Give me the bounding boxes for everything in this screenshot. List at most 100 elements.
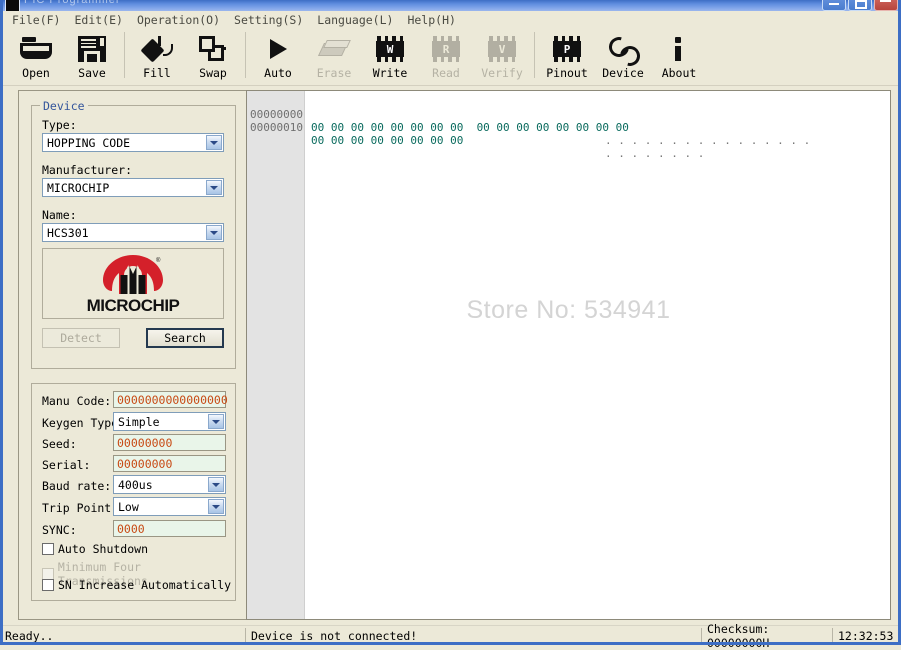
- toolbar-write-button[interactable]: W Write: [362, 28, 418, 84]
- window-title: PIC Programmer: [24, 0, 121, 6]
- hex-row[interactable]: 00000010 00 00 00 00 00 00 00 00 . . . .…: [247, 108, 890, 121]
- chip-write-letter: W: [376, 41, 404, 57]
- chip-verify-letter: V: [488, 41, 516, 57]
- search-button[interactable]: Search: [146, 328, 224, 348]
- hex-row-bytes[interactable]: 00 00 00 00 00 00 00 00: [311, 134, 463, 147]
- menu-language[interactable]: Language(L): [310, 12, 400, 28]
- chip-verify-icon: V: [485, 32, 519, 66]
- chevron-down-icon[interactable]: [208, 499, 224, 514]
- manu-code-label: Manu Code:: [42, 394, 111, 408]
- toolbar-open-label: Open: [22, 67, 50, 79]
- minimize-button[interactable]: [822, 0, 846, 11]
- menu-operation[interactable]: Operation(O): [130, 12, 227, 28]
- checkbox-box: [42, 543, 54, 555]
- toolbar-read-button[interactable]: R Read: [418, 28, 474, 84]
- sn-increase-automatically-checkbox[interactable]: SN Increase Automatically: [42, 578, 231, 592]
- hex-row-bytes[interactable]: 00 00 00 00 00 00 00 00 00 00 00 00 00 0…: [311, 121, 629, 134]
- hex-row-ascii: . . . . . . . . . . . . . . . .: [605, 134, 810, 147]
- hex-row[interactable]: 00000000 00 00 00 00 00 00 00 00 00 00 0…: [247, 95, 890, 108]
- close-button[interactable]: [874, 0, 898, 11]
- device-manufacturer-select[interactable]: MICROCHIP: [42, 178, 224, 197]
- chevron-down-icon[interactable]: [206, 225, 222, 240]
- trip-point-label: Trip Point:: [42, 501, 118, 515]
- maximize-button[interactable]: [848, 0, 872, 11]
- serial-label: Serial:: [42, 458, 90, 472]
- seed-input[interactable]: 00000000: [113, 434, 226, 451]
- chevron-down-icon[interactable]: [206, 135, 222, 150]
- toolbar: Open Save Fill Swap Auto: [0, 28, 901, 86]
- device-name-value: HCS301: [43, 226, 89, 240]
- toolbar-verify-button[interactable]: V Verify: [474, 28, 530, 84]
- sync-input[interactable]: 0000: [113, 520, 226, 537]
- auto-shutdown-label: Auto Shutdown: [58, 542, 148, 556]
- toolbar-read-label: Read: [432, 67, 460, 79]
- menu-bar: File(F) Edit(E) Operation(O) Setting(S) …: [0, 11, 901, 28]
- window-controls: [822, 0, 898, 11]
- toolbar-swap-button[interactable]: Swap: [185, 28, 241, 84]
- sync-label: SYNC:: [42, 523, 77, 537]
- svg-text:®: ®: [156, 257, 161, 264]
- device-name-select[interactable]: HCS301: [42, 223, 224, 242]
- baud-rate-select[interactable]: 400us: [113, 475, 226, 494]
- chip-pinout-letter: P: [553, 41, 581, 57]
- toolbar-separator-1: [124, 32, 125, 78]
- toolbar-erase-button[interactable]: Erase: [306, 28, 362, 84]
- manufacturer-logo: ® MICROCHIP: [42, 248, 224, 319]
- device-type-label: Type:: [42, 118, 77, 132]
- auto-shutdown-checkbox[interactable]: Auto Shutdown: [42, 542, 148, 556]
- chain-link-icon: [608, 32, 638, 66]
- serial-input[interactable]: 00000000: [113, 455, 226, 472]
- toolbar-fill-button[interactable]: Fill: [129, 28, 185, 84]
- toolbar-separator-3: [534, 32, 535, 78]
- checkbox-box: [42, 579, 54, 591]
- info-icon: [671, 32, 687, 66]
- toolbar-save-label: Save: [78, 67, 106, 79]
- device-manufacturer-value: MICROCHIP: [43, 181, 109, 195]
- store-watermark: Store No: 534941: [247, 296, 890, 325]
- manu-code-input[interactable]: 0000000000000000: [113, 391, 226, 408]
- toolbar-fill-label: Fill: [143, 67, 171, 79]
- toolbar-pinout-label: Pinout: [546, 67, 588, 79]
- baud-rate-value: 400us: [114, 478, 153, 492]
- toolbar-auto-button[interactable]: Auto: [250, 28, 306, 84]
- toolbar-device-button[interactable]: Device: [595, 28, 651, 84]
- chip-read-icon: R: [429, 32, 463, 66]
- chevron-down-icon[interactable]: [208, 414, 224, 429]
- open-folder-icon: [20, 32, 52, 66]
- device-type-value: HOPPING CODE: [43, 136, 130, 150]
- menu-edit[interactable]: Edit(E): [67, 12, 129, 28]
- toolbar-write-label: Write: [373, 67, 408, 79]
- hex-rows: 00000000 00 00 00 00 00 00 00 00 00 00 0…: [247, 95, 890, 121]
- hex-editor-panel[interactable]: 00000000 00 00 00 00 00 00 00 00 00 00 0…: [246, 90, 891, 620]
- microchip-logo-mark: ®: [101, 253, 165, 297]
- parameters-group-box: Manu Code: 0000000000000000 Keygen Type:…: [31, 383, 236, 601]
- toolbar-device-label: Device: [602, 67, 644, 79]
- chevron-down-icon[interactable]: [208, 477, 224, 492]
- toolbar-save-button[interactable]: Save: [64, 28, 120, 84]
- save-diskette-icon: [78, 32, 106, 66]
- toolbar-open-button[interactable]: Open: [8, 28, 64, 84]
- trip-point-select[interactable]: Low: [113, 497, 226, 516]
- menu-setting[interactable]: Setting(S): [227, 12, 310, 28]
- sn-increase-automatically-label: SN Increase Automatically: [58, 578, 231, 592]
- toolbar-about-label: About: [662, 67, 697, 79]
- seed-label: Seed:: [42, 437, 77, 451]
- swap-blocks-icon: [199, 32, 227, 66]
- window-border-left: [0, 0, 3, 645]
- toolbar-pinout-button[interactable]: P Pinout: [539, 28, 595, 84]
- menu-help[interactable]: Help(H): [400, 12, 462, 28]
- device-type-select[interactable]: HOPPING CODE: [42, 133, 224, 152]
- left-settings-panel: Device Type: HOPPING CODE Manufacturer: …: [18, 90, 248, 620]
- chevron-down-icon[interactable]: [206, 180, 222, 195]
- detect-button[interactable]: Detect: [42, 328, 120, 348]
- toolbar-separator-2: [245, 32, 246, 78]
- menu-file[interactable]: File(F): [5, 12, 67, 28]
- baud-rate-label: Baud rate:: [42, 479, 111, 493]
- toolbar-about-button[interactable]: About: [651, 28, 707, 84]
- application-window: PIC Programmer File(F) Edit(E) Operation…: [0, 0, 901, 645]
- paint-bucket-icon: [142, 32, 172, 66]
- chip-write-icon: W: [373, 32, 407, 66]
- trip-point-value: Low: [114, 500, 139, 514]
- hex-row-offset: 00000010: [250, 121, 303, 134]
- keygen-type-select[interactable]: Simple: [113, 412, 226, 431]
